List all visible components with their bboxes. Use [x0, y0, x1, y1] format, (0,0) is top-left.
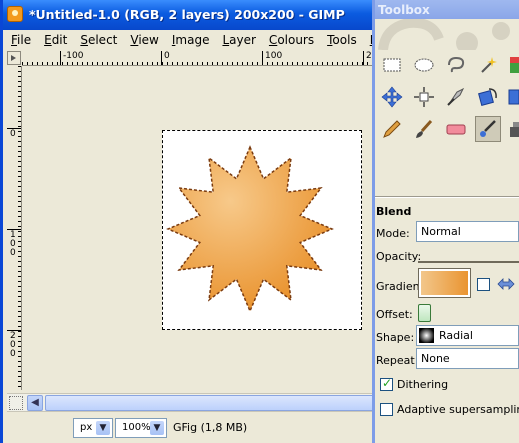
status-text: GFig (1,8 MB): [173, 421, 248, 434]
menu-label-rest: ools: [332, 33, 357, 47]
ruler-label: 100: [265, 51, 283, 61]
horizontal-ruler[interactable]: -100 0 100 200: [22, 51, 375, 66]
shape-label: Shape:: [376, 331, 415, 344]
ruler-label: 0: [164, 51, 170, 61]
reverse-gradient-checkbox[interactable]: [477, 278, 490, 291]
mode-label: Mode:: [376, 227, 410, 240]
crop-icon[interactable]: [443, 84, 469, 110]
menu-image[interactable]: Image: [164, 30, 215, 47]
chevron-down-icon[interactable]: ▼: [150, 421, 164, 435]
menu-label-rest: dit: [51, 33, 68, 47]
eraser-icon[interactable]: [443, 116, 469, 142]
window-title: *Untitled-1.0 (RGB, 2 layers) 200x200 - …: [29, 7, 345, 22]
align-icon[interactable]: [411, 84, 437, 110]
adaptive-supersampling-label: Adaptive supersampling: [397, 403, 519, 416]
opacity-label: Opacity:: [376, 250, 422, 263]
menu-select[interactable]: Select: [72, 30, 122, 47]
rect-select-icon[interactable]: [379, 52, 405, 78]
quick-mask-toggle-icon[interactable]: [7, 51, 21, 65]
unit-select[interactable]: px ▼: [73, 418, 113, 438]
by-color-select-icon[interactable]: [503, 52, 519, 78]
menu-label-rest: iew: [138, 33, 159, 47]
dithering-checkbox[interactable]: ✓: [380, 376, 393, 391]
ruler-label: 100: [10, 230, 16, 258]
unit-value: px: [80, 422, 93, 433]
menu-label-rest: ile: [17, 33, 32, 47]
scale-icon[interactable]: [503, 84, 519, 110]
adaptive-supersampling-checkbox[interactable]: [380, 403, 393, 416]
mode-value: Normal: [421, 225, 461, 238]
fuzzy-select-icon[interactable]: [475, 52, 501, 78]
menu-label-rest: olours: [277, 33, 315, 47]
wilber-drop-area[interactable]: [375, 19, 519, 50]
zoom-value: 100%: [122, 422, 151, 433]
menu-mnemonic: E: [44, 33, 52, 47]
check-icon: ✓: [382, 376, 393, 390]
navigate-icon[interactable]: [9, 396, 23, 410]
swap-arrows-icon[interactable]: [496, 275, 516, 293]
menu-view[interactable]: View: [122, 30, 163, 47]
image-canvas[interactable]: [162, 130, 362, 330]
opacity-slider[interactable]: [418, 261, 519, 263]
paintbrush-icon[interactable]: [411, 116, 437, 142]
options-divider: [375, 196, 519, 198]
horizontal-scrollbar[interactable]: ◀: [7, 393, 375, 411]
free-select-icon[interactable]: [443, 52, 469, 78]
title-bar[interactable]: *Untitled-1.0 (RGB, 2 layers) 200x200 - …: [3, 0, 375, 30]
repeat-value: None: [421, 352, 450, 365]
star-shape: [166, 145, 334, 313]
image-window: *Untitled-1.0 (RGB, 2 layers) 200x200 - …: [0, 0, 406, 443]
mode-select[interactable]: Normal: [416, 221, 519, 242]
move-icon[interactable]: [379, 84, 405, 110]
status-bar: px ▼ 100% ▼ GFig (1,8 MB): [7, 411, 375, 443]
vertical-ruler[interactable]: 0 100 200: [7, 66, 22, 390]
menu-file[interactable]: File: [3, 30, 36, 47]
airbrush-icon[interactable]: [475, 116, 501, 142]
menu-colours[interactable]: Colours: [261, 30, 319, 47]
menu-tools[interactable]: Tools: [319, 30, 362, 47]
menu-label-rest: mage: [175, 33, 210, 47]
chevron-down-icon[interactable]: ▼: [96, 421, 110, 435]
zoom-select[interactable]: 100% ▼: [115, 418, 167, 438]
wilber-watermark-icon: [378, 19, 510, 50]
menu-bar: File Edit Select View Image Layer Colours Tools…: [3, 30, 406, 50]
scroll-left-arrow-icon[interactable]: ◀: [27, 395, 43, 411]
dithering-label: Dithering: [397, 378, 449, 391]
repeat-select[interactable]: None: [416, 348, 519, 369]
offset-slider[interactable]: [418, 304, 431, 322]
menu-label-rest: ayer: [229, 33, 256, 47]
ruler-label: -100: [63, 51, 84, 61]
tool-options-title: Blend: [376, 205, 412, 218]
ruler-label: 200: [10, 331, 16, 359]
menu-label-rest: elect: [87, 33, 118, 47]
menu-edit[interactable]: Edit: [36, 30, 72, 47]
menu-layer[interactable]: Layer: [214, 30, 260, 47]
shape-value: Radial: [439, 329, 473, 342]
scrollbar-thumb[interactable]: [45, 395, 375, 411]
repeat-label: Repeat:: [376, 354, 419, 367]
gimp-app-icon: [7, 6, 23, 22]
ruler-label: 0: [10, 129, 16, 139]
offset-label: Offset:: [376, 308, 413, 321]
radial-shape-icon: [419, 328, 434, 343]
ellipse-select-icon[interactable]: [411, 52, 437, 78]
ink-icon[interactable]: [503, 116, 519, 142]
menu-mnemonic: S: [80, 33, 88, 47]
pencil-icon[interactable]: [379, 116, 405, 142]
shape-select[interactable]: Radial: [416, 325, 519, 346]
toolbox-title[interactable]: Toolbox: [375, 0, 519, 19]
gradient-preview[interactable]: [418, 268, 471, 298]
rotate-icon[interactable]: [475, 84, 501, 110]
